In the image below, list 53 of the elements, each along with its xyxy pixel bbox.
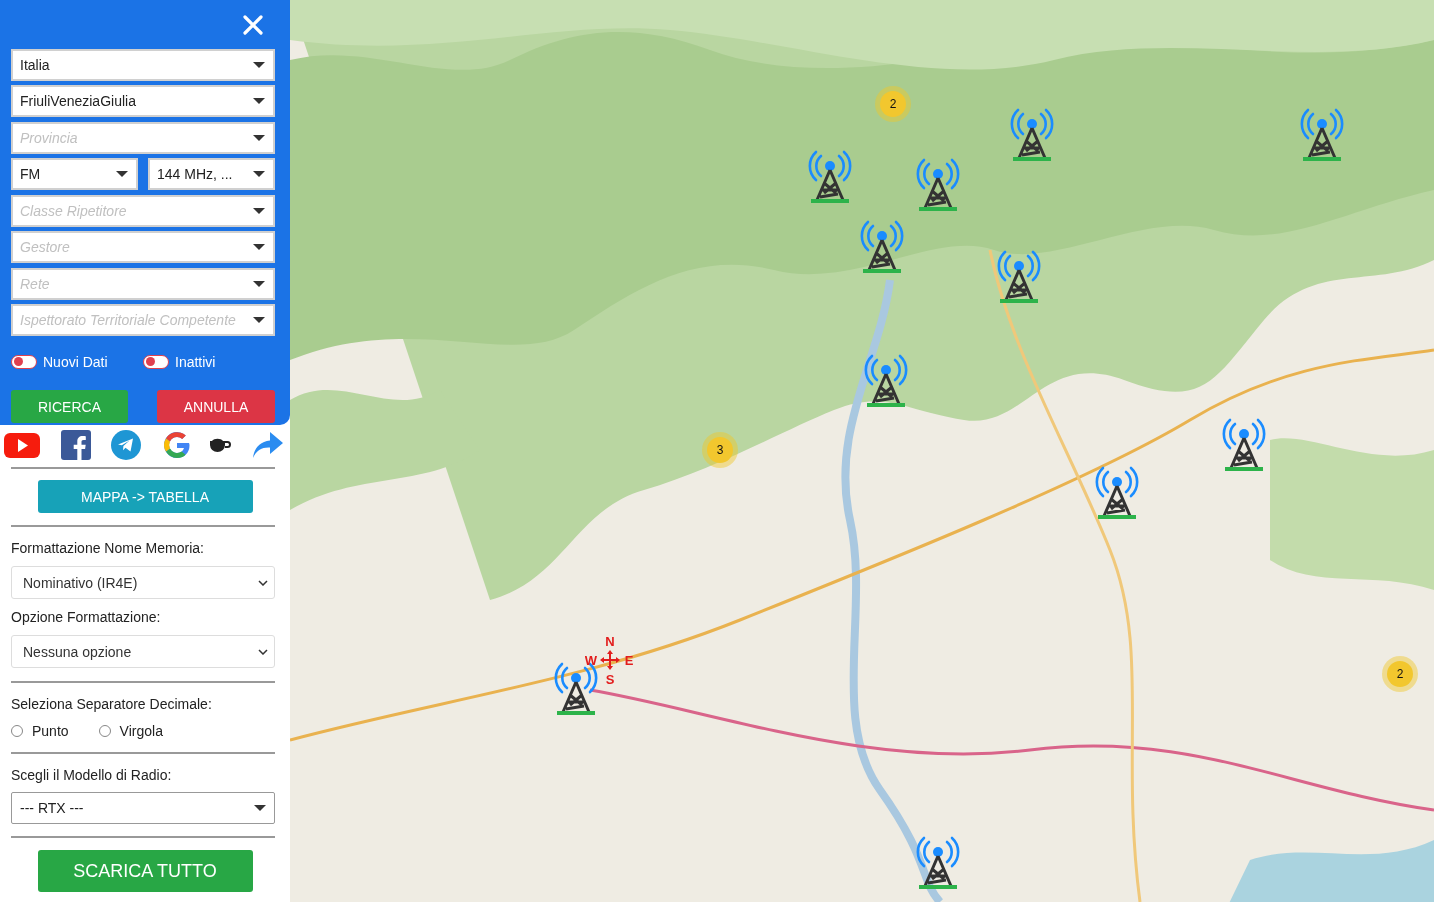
field-label: Seleziona Separatore Decimale:: [11, 696, 213, 712]
tower-marker[interactable]: [859, 220, 905, 274]
dropdown-field[interactable]: --- RTX ---: [11, 792, 275, 824]
tower-marker[interactable]: [863, 354, 909, 408]
caret-icon: [116, 171, 128, 177]
tower-marker[interactable]: [996, 250, 1042, 304]
dropdown-field[interactable]: Nominativo (IR4E): [11, 566, 275, 599]
tower-marker[interactable]: [1009, 108, 1055, 162]
toggle-label: Nuovi Dati: [43, 353, 108, 370]
caret-icon: [253, 244, 265, 250]
dropdown-field[interactable]: Italia: [11, 48, 275, 81]
field-label: Opzione Formattazione:: [11, 609, 162, 625]
radio-option[interactable]: Virgola: [98, 723, 163, 739]
chevron-icon: [258, 579, 268, 586]
caret-icon: [254, 805, 266, 811]
caret-icon: [253, 280, 265, 287]
dropdown-field[interactable]: Nessuna opzione: [11, 635, 275, 668]
tower-marker[interactable]: [1094, 466, 1140, 520]
tower-marker[interactable]: [1299, 108, 1345, 162]
dropdown-field[interactable]: FM: [11, 158, 138, 190]
tower-marker[interactable]: [1221, 418, 1267, 472]
cancel-button[interactable]: ANNULLA: [157, 390, 275, 423]
caret-icon: [253, 98, 265, 104]
dropdown-field[interactable]: FriuliVeneziaGiulia: [11, 85, 275, 117]
close-button[interactable]: [242, 14, 264, 36]
social-link[interactable]: [210, 438, 232, 452]
caret-icon: [253, 61, 265, 68]
caret-icon: [253, 134, 265, 141]
radio-option[interactable]: Punto: [11, 723, 69, 739]
field-label: Scegli il Modello di Radio:: [11, 767, 173, 783]
youtube-icon: [4, 430, 40, 460]
cluster-marker[interactable]: 2: [1382, 656, 1418, 692]
tower-marker[interactable]: [807, 150, 853, 204]
toggle-switch[interactable]: [143, 354, 169, 369]
field-label: Formattazione Nome Memoria:: [11, 540, 205, 556]
facebook-icon: [60, 430, 91, 460]
caret-icon: [253, 317, 265, 323]
toggle-switch[interactable]: [11, 354, 37, 369]
tower-marker[interactable]: [915, 158, 961, 212]
cluster-marker[interactable]: 2: [875, 86, 911, 122]
toggle-label: Inattivi: [175, 353, 216, 370]
tower-marker[interactable]: [915, 836, 961, 890]
dropdown-field[interactable]: 144 MHz, ...: [148, 158, 275, 190]
social-link[interactable]: [60, 430, 91, 460]
caret-icon: [253, 207, 265, 214]
cluster-marker[interactable]: 3: [702, 432, 738, 468]
chevron-icon: [258, 648, 268, 655]
google-icon: [161, 430, 190, 460]
telegram-icon: [111, 430, 142, 460]
close-icon: [242, 14, 264, 36]
coffee-cup-icon: [210, 438, 232, 452]
share-arrow-icon: [251, 430, 284, 460]
caret-icon: [253, 171, 265, 177]
